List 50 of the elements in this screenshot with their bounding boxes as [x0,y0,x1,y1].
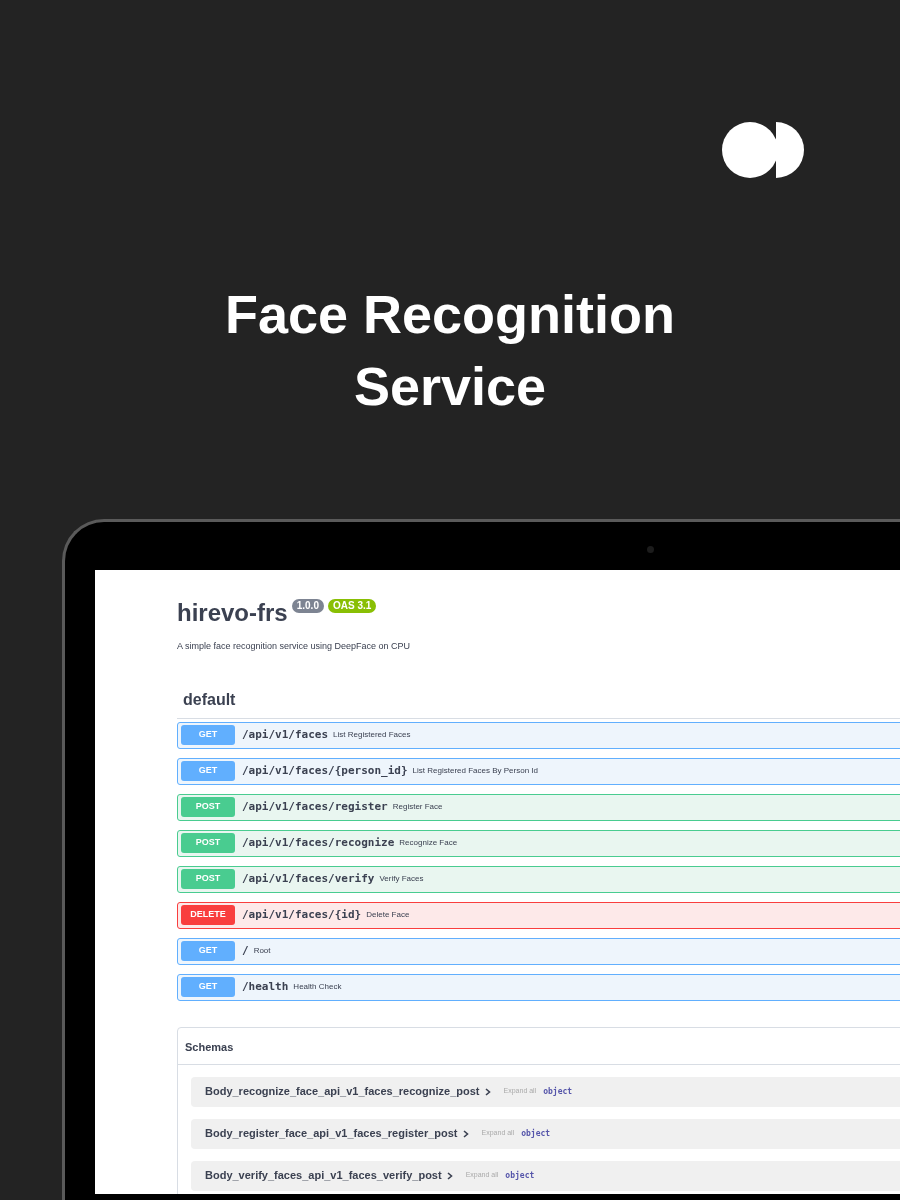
endpoint-path: /api/v1/faces/register [242,798,388,815]
endpoint-row[interactable]: GET /api/v1/faces List Registered Faces [177,721,900,749]
endpoint-path: / [242,942,249,959]
endpoint-path: /api/v1/faces/verify [242,870,375,887]
endpoint-summary: Register Face [392,801,443,813]
endpoint-path: /api/v1/faces [242,726,329,743]
endpoint-row[interactable]: GET /health Health Check [177,973,900,1001]
endpoint-row[interactable]: DELETE /api/v1/faces/{id} Delete Face [177,901,900,929]
endpoint-summary: Delete Face [366,909,410,921]
endpoint-summary: Recognize Face [399,837,458,849]
schema-name: Body_recognize_face_api_v1_faces_recognize_post [205,1084,480,1100]
endpoint-path: /api/v1/faces/{id} [242,906,362,923]
endpoint-summary: Health Check [293,981,342,993]
endpoint-summary: Verify Faces [379,873,424,885]
camera-icon [647,546,654,553]
schema-type: object [521,1127,551,1140]
api-description: A simple face recognition service using DeepFace on CPU [177,640,412,653]
hero-title: Face Recognition Service [223,283,677,418]
method-badge: POST [181,869,235,889]
method-badge: POST [181,797,235,817]
version-badge: 1.0.0 [291,599,324,613]
schemas-title[interactable]: Schemas [185,1040,234,1053]
chevron-icon [446,1171,453,1180]
logo-icon [722,122,804,178]
method-badge: GET [181,725,235,745]
chevron-icon [462,1129,469,1138]
schema-name: Body_register_face_api_v1_faces_register_post [205,1126,458,1142]
endpoint-row[interactable]: GET / Root [177,937,900,965]
endpoint-path: /health [242,978,289,995]
schema-name: Body_verify_faces_api_v1_faces_verify_post [205,1168,442,1184]
method-badge: GET [181,761,235,781]
endpoint-row[interactable]: POST /api/v1/faces/recognize Recognize Face [177,829,900,857]
section-title[interactable]: default [183,690,236,708]
method-badge: POST [181,833,235,853]
endpoint-row[interactable]: POST /api/v1/faces/verify Verify Faces [177,865,900,893]
method-badge: GET [181,977,235,997]
method-badge: GET [181,941,235,961]
endpoint-path: /api/v1/faces/{person_id} [242,762,408,779]
endpoint-path: /api/v1/faces/recognize [242,834,395,851]
endpoint-summary: List Registered Faces By Person Id [412,765,538,777]
endpoint-summary: Root [253,945,271,957]
spec-badge: OAS 3.1 [327,599,377,613]
method-badge: DELETE [181,905,235,925]
api-title: hirevo-frs [177,598,288,628]
endpoint-row[interactable]: POST /api/v1/faces/register Register Face [177,793,900,821]
schema-type: object [505,1169,535,1182]
schema-type: object [543,1085,573,1098]
chevron-icon [484,1087,491,1096]
endpoint-summary: List Registered Faces [333,729,411,741]
endpoint-row[interactable]: GET /api/v1/faces/{person_id} List Registered Faces By Person Id [177,757,900,785]
